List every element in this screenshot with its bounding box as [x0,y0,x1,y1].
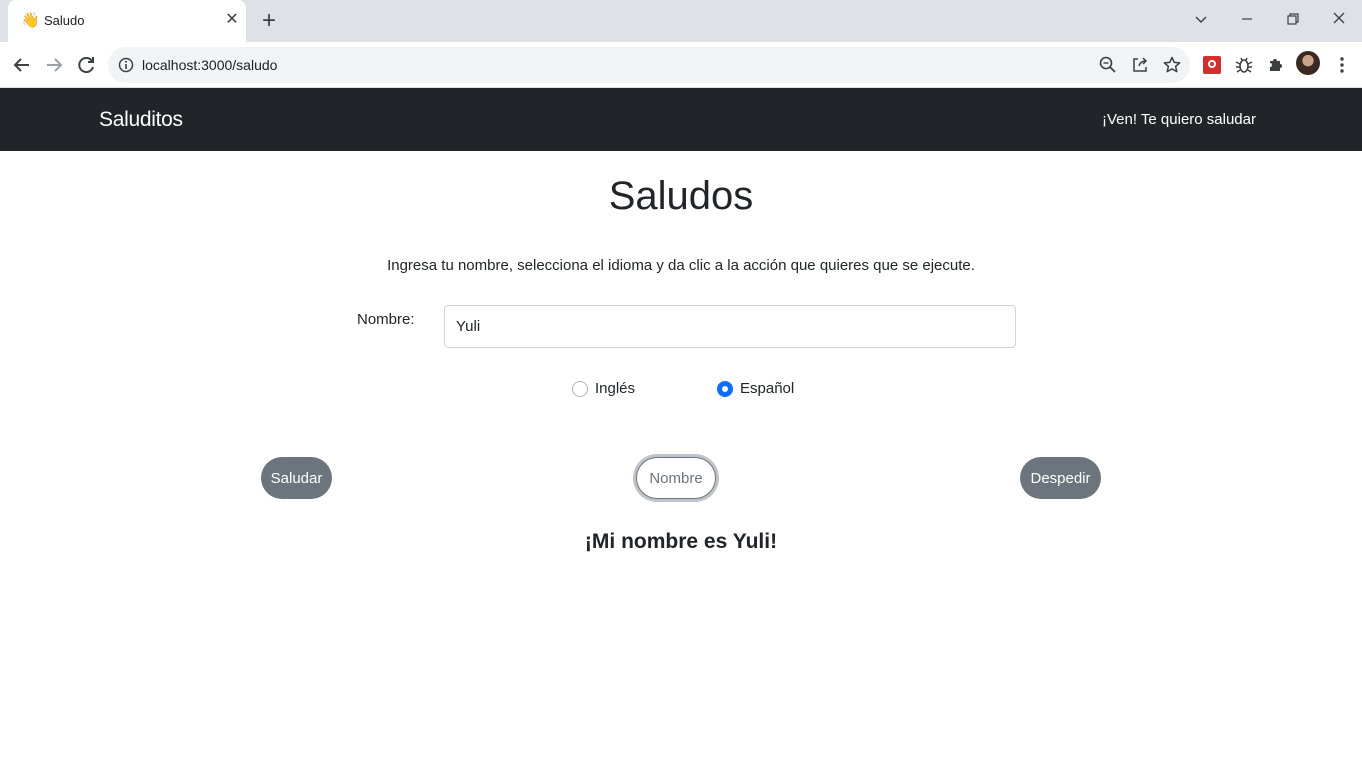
navbar-link[interactable]: ¡Ven! Te quiero saludar [1102,111,1256,128]
browser-tab[interactable]: 👋 Saludo ✕ [8,0,246,42]
extensions-puzzle-icon[interactable] [1264,53,1288,77]
share-icon[interactable] [1130,55,1150,75]
back-arrow-icon[interactable] [8,51,36,79]
tab-search-icon[interactable] [1178,4,1224,34]
extension-bug-icon[interactable] [1232,53,1256,77]
browser-tabstrip: 👋 Saludo ✕ + [0,0,1362,42]
address-bar[interactable]: localhost:3000/saludo [108,47,1190,83]
forward-arrow-icon[interactable] [40,51,68,79]
minimize-icon[interactable] [1224,4,1270,34]
site-info-icon[interactable] [118,57,134,73]
saludar-button[interactable]: Saludar [261,457,332,499]
radio-ingles-label[interactable]: Inglés [595,380,635,397]
browser-toolbar: localhost:3000/saludo [0,42,1362,88]
radio-espanol[interactable] [717,381,733,397]
despedir-button[interactable]: Despedir [1020,457,1101,499]
navbar: Saluditos ¡Ven! Te quiero saludar [0,88,1362,151]
zoom-icon[interactable] [1098,55,1118,75]
close-window-icon[interactable] [1316,4,1362,34]
bookmark-star-icon[interactable] [1162,55,1182,75]
name-input[interactable] [444,305,1016,348]
profile-avatar[interactable] [1296,51,1320,75]
result-message: ¡Mi nombre es Yuli! [584,530,778,553]
radio-ingles[interactable] [572,381,588,397]
reload-icon[interactable] [72,51,100,79]
instructions-text: Ingresa tu nombre, selecciona el idioma … [387,257,975,274]
restore-icon[interactable] [1270,4,1316,34]
waving-hand-icon: 👋 [21,12,40,29]
navbar-brand[interactable]: Saluditos [99,108,183,132]
tab-title: Saludo [44,13,85,28]
name-label: Nombre: [357,311,415,328]
nombre-button[interactable]: Nombre [636,457,716,499]
menu-kebab-icon[interactable] [1330,53,1354,77]
radio-espanol-label[interactable]: Español [740,380,794,397]
new-tab-button[interactable]: + [256,8,282,34]
page-title: Saludos [608,174,754,218]
url-text: localhost:3000/saludo [142,57,278,73]
extension-red-icon[interactable] [1200,53,1224,77]
close-tab-icon[interactable]: ✕ [222,10,242,30]
